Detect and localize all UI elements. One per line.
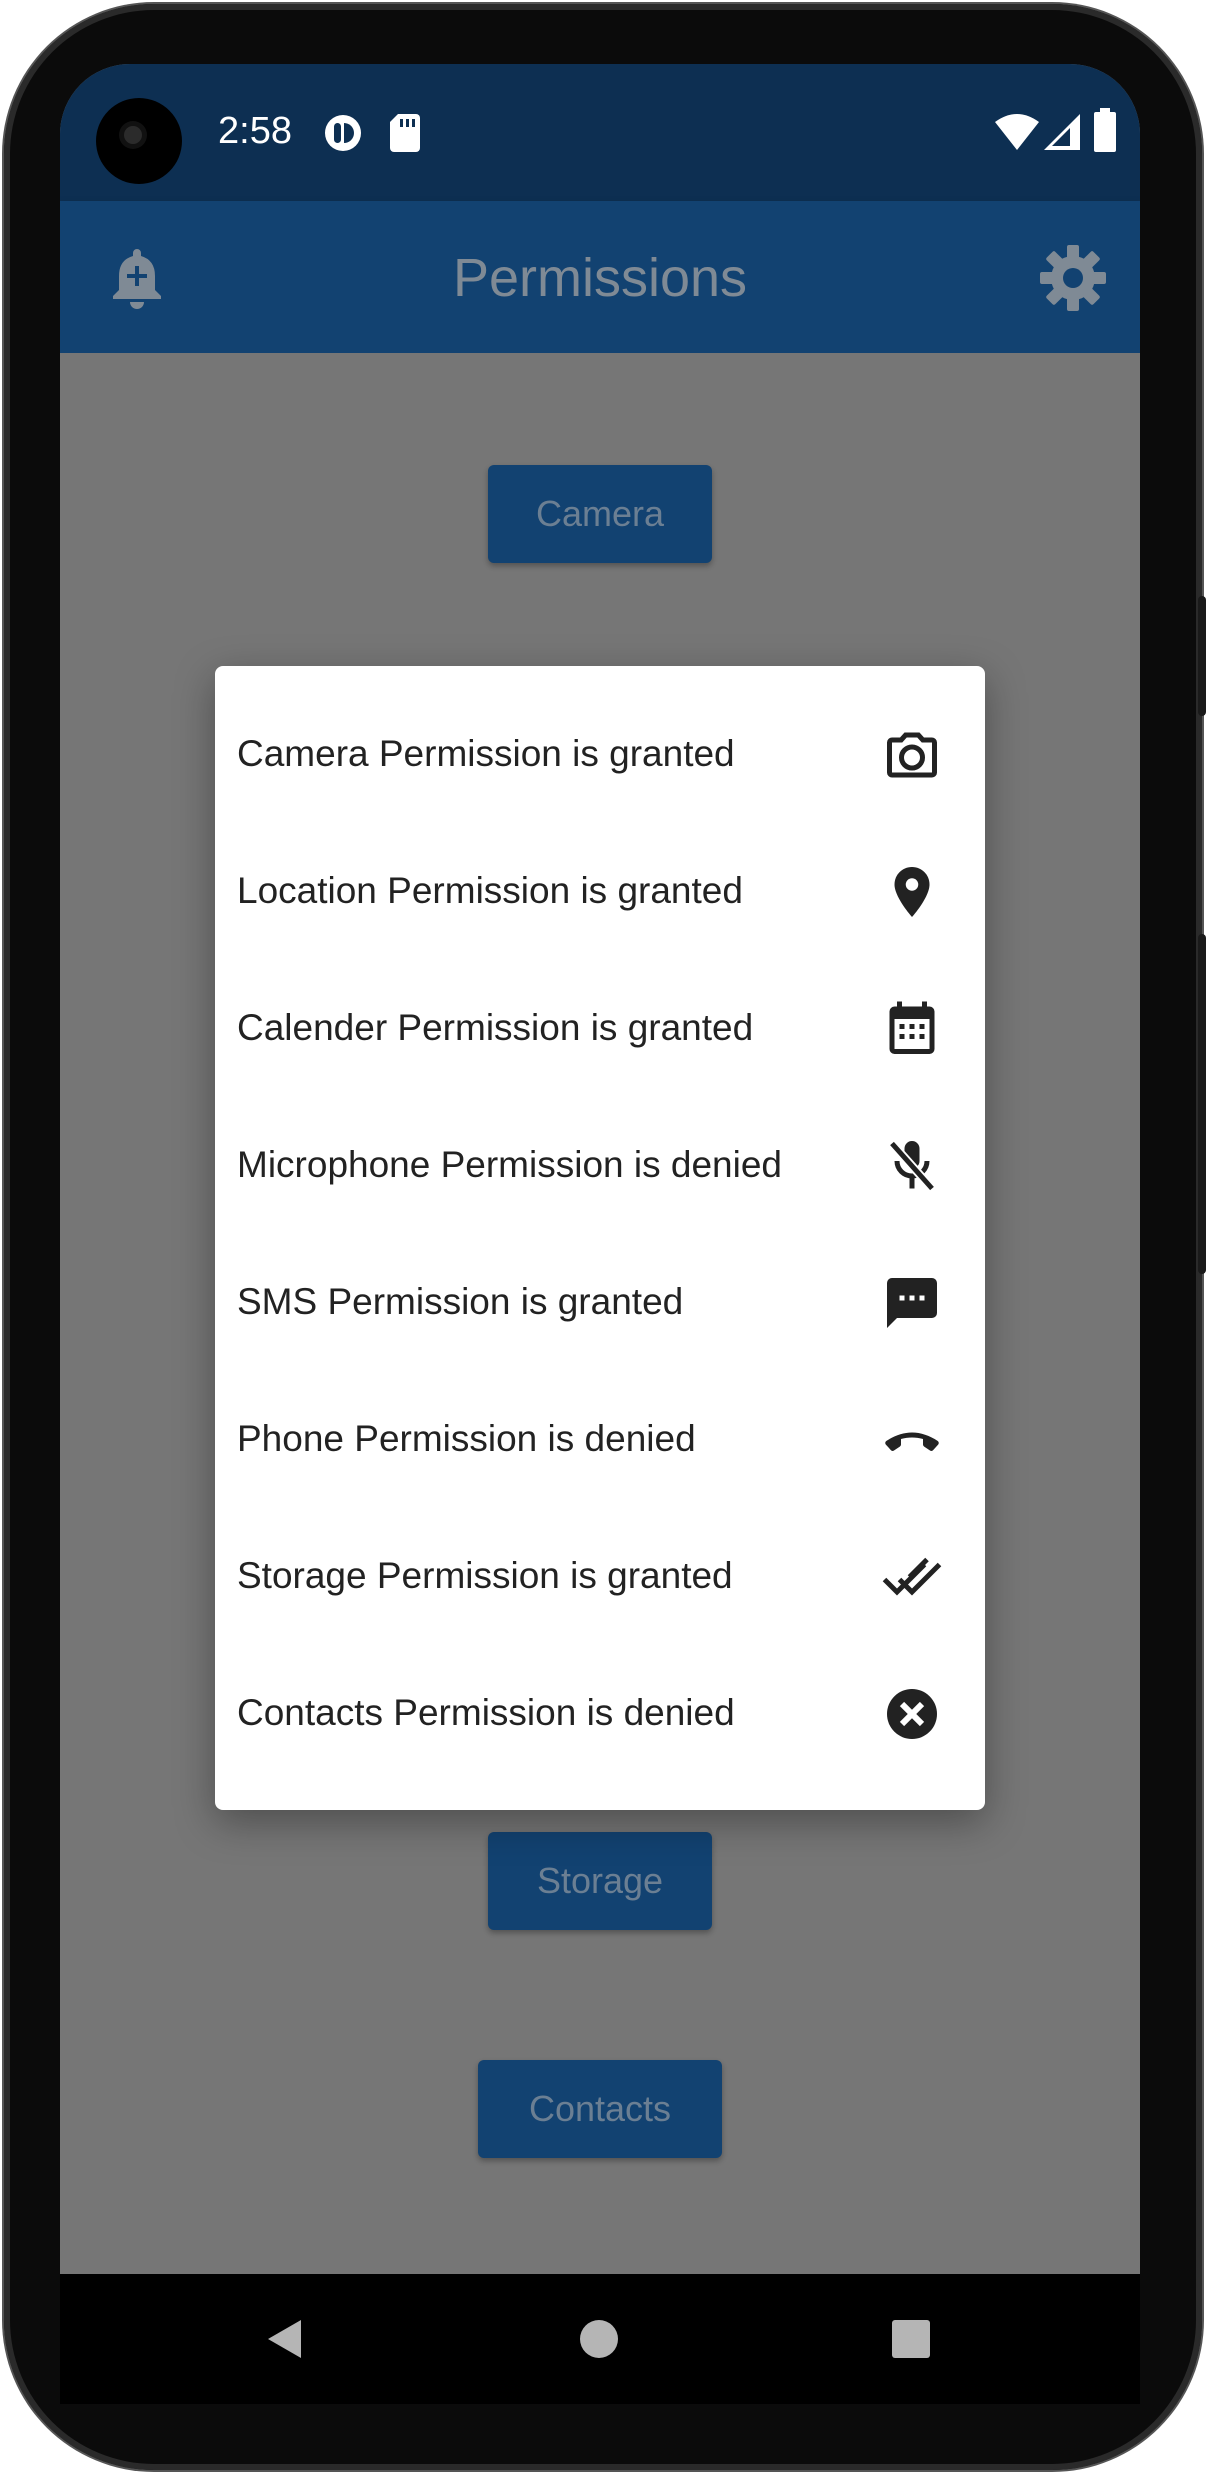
app-bar: Permissions: [60, 201, 1140, 353]
permission-row-microphone[interactable]: Microphone Permission is denied: [215, 1098, 985, 1235]
done-all-icon: [882, 1557, 942, 1596]
permission-label: SMS Permission is granted: [237, 1281, 684, 1322]
back-triangle-icon[interactable]: [218, 2274, 348, 2404]
storage-button[interactable]: Storage: [488, 1832, 712, 1930]
wifi-icon: [995, 114, 1039, 150]
permission-row-contacts[interactable]: Contacts Permission is denied: [215, 1646, 985, 1783]
calendar-icon: [889, 1001, 935, 1054]
camera-icon: [887, 732, 937, 778]
permission-row-sms[interactable]: SMS Permission is granted: [215, 1235, 985, 1372]
permission-row-calendar[interactable]: Calender Permission is granted: [215, 961, 985, 1098]
settings-gear-icon[interactable]: [1040, 245, 1106, 311]
cell-signal-icon: [1044, 114, 1080, 150]
permission-label: Contacts Permission is denied: [237, 1692, 735, 1733]
mic-off-icon: [888, 1140, 936, 1192]
location-pin-icon: [894, 867, 930, 917]
status-time: 2:58: [218, 110, 292, 152]
notification-app-icon: [325, 115, 361, 151]
page-title: Permissions: [452, 248, 748, 308]
battery-icon: [1094, 108, 1116, 152]
power-button: [1198, 596, 1206, 716]
screen: 2:58 Permissions Camera Storage Contacts…: [60, 64, 1140, 2274]
permission-row-phone[interactable]: Phone Permission is denied: [215, 1372, 985, 1509]
cancel-icon: [887, 1689, 937, 1739]
permissions-dialog: Camera Permission is granted Location Pe…: [215, 666, 985, 1810]
status-bar: 2:58: [60, 64, 1140, 201]
volume-button: [1198, 934, 1206, 1274]
camera-button[interactable]: Camera: [488, 465, 712, 563]
sd-card-icon: [390, 114, 420, 152]
permission-label: Calender Permission is granted: [237, 1007, 754, 1048]
front-camera: [96, 98, 182, 184]
permission-label: Camera Permission is granted: [237, 733, 735, 774]
permission-label: Location Permission is granted: [237, 870, 743, 911]
permission-label: Storage Permission is granted: [237, 1555, 733, 1596]
permission-label: Phone Permission is denied: [237, 1418, 696, 1459]
permission-row-camera[interactable]: Camera Permission is granted: [215, 687, 985, 824]
recents-square-icon[interactable]: [846, 2274, 976, 2404]
sms-icon: [887, 1278, 937, 1328]
permission-label: Microphone Permission is denied: [237, 1144, 782, 1185]
call-end-icon: [885, 1432, 939, 1451]
permission-row-storage[interactable]: Storage Permission is granted: [215, 1509, 985, 1646]
contacts-button[interactable]: Contacts: [478, 2060, 722, 2158]
permission-row-location[interactable]: Location Permission is granted: [215, 824, 985, 961]
system-nav-bar: [60, 2274, 1140, 2404]
home-circle-icon[interactable]: [534, 2274, 664, 2404]
